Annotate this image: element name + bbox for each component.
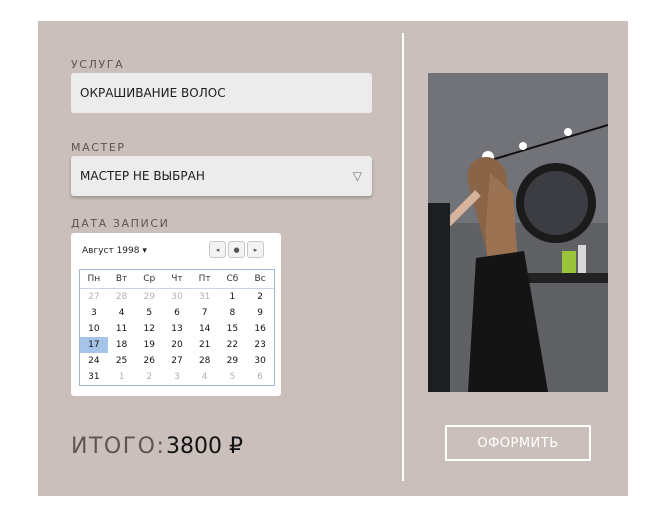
total-label: ИТОГО: (71, 434, 166, 459)
calendar-day[interactable]: 9 (246, 305, 274, 321)
calendar-day[interactable]: 31 (191, 289, 219, 306)
today-button[interactable]: ● (228, 241, 245, 258)
calendar-day[interactable]: 10 (80, 321, 108, 337)
calendar-nav: ◂ ● ▸ (207, 241, 264, 258)
calendar-day[interactable]: 23 (246, 337, 274, 353)
calendar-day[interactable]: 3 (80, 305, 108, 321)
calendar-day[interactable]: 1 (108, 369, 136, 385)
calendar-day[interactable]: 22 (219, 337, 247, 353)
calendar-day[interactable]: 7 (191, 305, 219, 321)
weekday-header: Чт (163, 270, 191, 289)
prev-month-button[interactable]: ◂ (209, 241, 226, 258)
calendar-day[interactable]: 5 (219, 369, 247, 385)
vertical-divider (402, 33, 404, 481)
weekday-header: Пт (190, 270, 219, 289)
calendar-day[interactable]: 29 (135, 289, 163, 306)
calendar-day[interactable]: 6 (163, 305, 191, 321)
total-value: 3800 ₽ (166, 434, 243, 459)
calendar-day[interactable]: 26 (135, 353, 163, 369)
calendar-day[interactable]: 31 (80, 369, 108, 385)
calendar-day[interactable]: 4 (191, 369, 219, 385)
calendar-day[interactable]: 14 (191, 321, 219, 337)
chevron-down-icon: ▽ (352, 169, 362, 183)
calendar-day[interactable]: 18 (108, 337, 136, 353)
calendar-day[interactable]: 29 (219, 353, 247, 369)
calendar-day[interactable]: 2 (135, 369, 163, 385)
calendar-day[interactable]: 15 (219, 321, 247, 337)
weekday-header: Вс (246, 270, 274, 289)
date-picker: Август 1998 ▾ ◂ ● ▸ Пн Вт Ср Чт Пт Сб Вс 27 28 2… (71, 233, 281, 396)
service-field[interactable]: ОКРАШИВАНИЕ ВОЛОС (71, 73, 372, 113)
master-label: МАСТЕР (71, 141, 126, 154)
master-value: МАСТЕР НЕ ВЫБРАН (80, 169, 205, 183)
salon-photo (428, 73, 608, 392)
calendar-day[interactable]: 21 (191, 337, 219, 353)
calendar-grid: Пн Вт Ср Чт Пт Сб Вс 27 28 29 30 31 1 2 3 4 5 6 7 8 9 10 11 12… (79, 269, 275, 386)
calendar-day[interactable]: 25 (108, 353, 136, 369)
calendar-day[interactable]: 30 (246, 353, 274, 369)
weekday-header: Ср (135, 270, 164, 289)
calendar-day[interactable]: 19 (135, 337, 163, 353)
calendar-day[interactable]: 30 (163, 289, 191, 306)
weekday-header: Сб (218, 270, 247, 289)
service-label: УСЛУГА (71, 58, 125, 71)
next-month-button[interactable]: ▸ (247, 241, 264, 258)
calendar-day[interactable]: 16 (246, 321, 274, 337)
calendar-day[interactable]: 20 (163, 337, 191, 353)
calendar-day[interactable]: 24 (80, 353, 108, 369)
calendar-day[interactable]: 27 (80, 289, 108, 306)
calendar-day[interactable]: 12 (135, 321, 163, 337)
calendar-day[interactable]: 2 (246, 289, 274, 306)
calendar-day[interactable]: 1 (219, 289, 247, 306)
master-select[interactable]: МАСТЕР НЕ ВЫБРАН ▽ (71, 156, 372, 196)
date-label: ДАТА ЗАПИСИ (71, 217, 170, 230)
calendar-day[interactable]: 11 (108, 321, 136, 337)
calendar-day[interactable]: 28 (108, 289, 136, 306)
calendar-day[interactable]: 8 (219, 305, 247, 321)
calendar-day[interactable]: 27 (163, 353, 191, 369)
calendar-day[interactable]: 3 (163, 369, 191, 385)
booking-panel: УСЛУГА ОКРАШИВАНИЕ ВОЛОС МАСТЕР МАСТЕР Н… (38, 21, 628, 496)
calendar-day[interactable]: 5 (135, 305, 163, 321)
service-value: ОКРАШИВАНИЕ ВОЛОС (80, 86, 226, 100)
weekday-header: Вт (107, 270, 136, 289)
calendar-day[interactable]: 13 (163, 321, 191, 337)
calendar-day[interactable]: 28 (191, 353, 219, 369)
calendar-day[interactable]: 4 (108, 305, 136, 321)
month-selector[interactable]: Август 1998 ▾ (82, 246, 147, 256)
calendar-day[interactable]: 6 (246, 369, 274, 385)
weekday-header: Пн (80, 270, 108, 289)
order-button[interactable]: ОФОРМИТЬ (445, 425, 591, 461)
calendar-day[interactable]: 17 (80, 337, 108, 353)
